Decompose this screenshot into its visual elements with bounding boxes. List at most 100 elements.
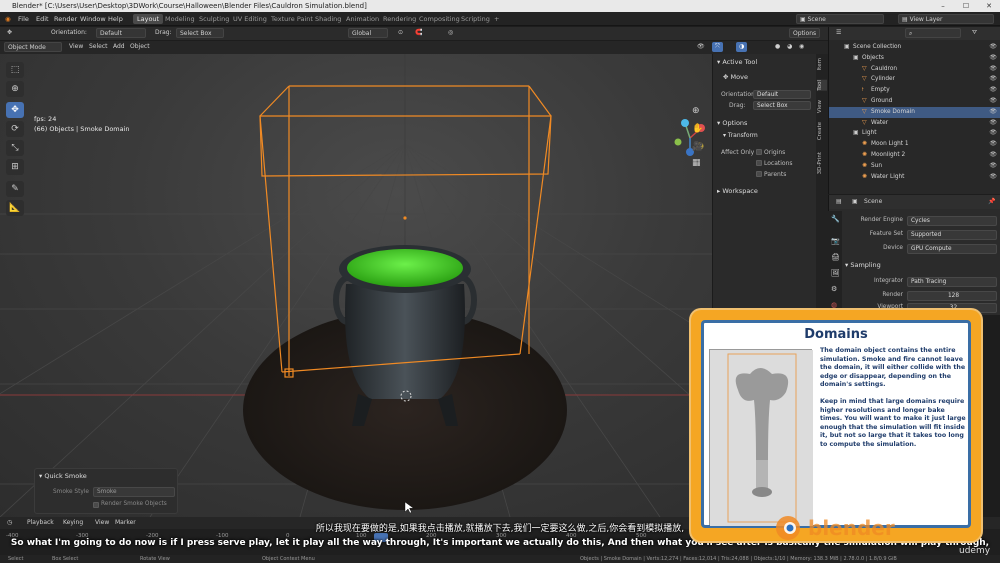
outliner-row[interactable]: ⟊ Empty 👁: [829, 85, 1000, 96]
visibility-eye-icon[interactable]: 👁: [989, 118, 997, 129]
tab-sculpting[interactable]: Sculpting: [195, 14, 233, 24]
render-samples-field[interactable]: 128: [907, 291, 997, 301]
tab-modeling[interactable]: Modeling: [161, 14, 199, 24]
output-props-icon[interactable]: 🖨: [831, 253, 840, 261]
outliner-row[interactable]: ▽ Ground 👁: [829, 96, 1000, 107]
world-props-icon[interactable]: ◍: [831, 301, 837, 309]
tab-layout[interactable]: Layout: [133, 14, 164, 24]
render-props-icon[interactable]: 📷: [831, 237, 840, 245]
sampling-header[interactable]: ▾ Sampling: [845, 261, 881, 269]
tab-3d-print[interactable]: 3D-Print: [817, 152, 827, 174]
tab-uv-editing[interactable]: UV Editing: [229, 14, 271, 24]
outliner-row[interactable]: ✺ Sun 👁: [829, 161, 1000, 172]
mode-dropdown[interactable]: Object Mode: [4, 42, 62, 52]
pivot-icon[interactable]: ⊙: [395, 28, 406, 38]
menu-view[interactable]: View: [66, 42, 86, 52]
menu-edit[interactable]: Edit: [36, 15, 49, 23]
transform-orientation-dropdown[interactable]: Global: [348, 28, 388, 38]
properties-editor-icon[interactable]: ▤: [833, 197, 845, 207]
menu-object[interactable]: Object: [127, 42, 153, 52]
filter-icon[interactable]: ⛛: [969, 28, 980, 38]
scene-selector[interactable]: ▣ Scene: [796, 14, 884, 24]
outliner-row[interactable]: ▽ Cauldron 👁: [829, 64, 1000, 75]
visibility-eye-icon[interactable]: 👁: [989, 85, 997, 96]
visibility-eye-icon[interactable]: 👁: [989, 128, 997, 139]
outliner-row[interactable]: ✺ Moonlight 2 👁: [829, 150, 1000, 161]
device-dropdown[interactable]: GPU Compute: [907, 244, 997, 254]
visibility-eye-icon[interactable]: 👁: [989, 161, 997, 172]
close-icon[interactable]: ✕: [978, 0, 1000, 12]
outliner-search-input[interactable]: ⌕: [905, 28, 961, 38]
menu-help[interactable]: Help: [108, 15, 123, 23]
maximize-icon[interactable]: ☐: [955, 0, 977, 12]
annotate-tool-icon[interactable]: ✎: [6, 181, 24, 197]
integrator-dropdown[interactable]: Path Tracing: [907, 277, 997, 287]
orientation-field[interactable]: Default: [753, 90, 811, 99]
zoom-icon[interactable]: ⊕: [692, 106, 700, 116]
feature-set-dropdown[interactable]: Supported: [907, 230, 997, 240]
snap-icon[interactable]: 🧲: [412, 28, 425, 38]
camera-view-icon[interactable]: 🎥: [692, 142, 703, 152]
parents-checkbox[interactable]: [756, 171, 762, 177]
smoke-style-dropdown[interactable]: Smoke: [93, 487, 175, 497]
tab-shading[interactable]: Shading: [311, 14, 345, 24]
gizmo-toggle-icon[interactable]: ⤧: [712, 42, 723, 52]
minimize-icon[interactable]: –: [932, 0, 954, 12]
visibility-eye-icon[interactable]: 👁: [989, 96, 997, 107]
move-tool-icon[interactable]: ✥: [6, 102, 24, 118]
outliner-row[interactable]: ▽ Smoke Domain 👁: [829, 106, 1000, 118]
perspective-toggle-icon[interactable]: ▦: [692, 158, 701, 168]
visibility-eye-icon[interactable]: 👁: [989, 150, 997, 161]
tool-props-icon[interactable]: 🔧: [831, 215, 840, 223]
menu-window[interactable]: Window: [80, 15, 106, 23]
scale-tool-icon[interactable]: ⤡: [6, 140, 24, 156]
transform-header[interactable]: ▾ Transform: [723, 132, 758, 139]
overlay-toggle-icon[interactable]: ◑: [736, 42, 748, 52]
visibility-eye-icon[interactable]: 👁: [989, 139, 997, 150]
visibility-eye-icon[interactable]: 👁: [989, 74, 997, 85]
active-tool-header[interactable]: ▾ Active Tool: [717, 58, 757, 66]
view-layer-props-icon[interactable]: 🖼: [831, 269, 840, 277]
navigation-gizmo[interactable]: [670, 114, 710, 160]
add-workspace-icon[interactable]: +: [490, 14, 503, 24]
visibility-icon[interactable]: 👁: [694, 42, 708, 52]
outliner-row[interactable]: ✺ Moon Light 1 👁: [829, 139, 1000, 150]
render-engine-dropdown[interactable]: Cycles: [907, 216, 997, 226]
orientation-dropdown[interactable]: Default: [96, 28, 146, 38]
menu-file[interactable]: File: [18, 15, 29, 23]
shading-material-icon[interactable]: ◕: [784, 42, 795, 52]
tab-create[interactable]: Create: [817, 122, 827, 140]
proportional-icon[interactable]: ◎: [445, 28, 456, 38]
locations-checkbox[interactable]: [756, 160, 762, 166]
rotate-tool-icon[interactable]: ⟳: [6, 121, 24, 137]
outliner-editor-icon[interactable]: ☰: [833, 28, 844, 38]
measure-tool-icon[interactable]: 📐: [6, 200, 24, 216]
menu-render[interactable]: Render: [54, 15, 77, 23]
select-tool-icon[interactable]: ⬚: [6, 62, 24, 78]
tab-item[interactable]: Item: [817, 58, 827, 71]
visibility-eye-icon[interactable]: 👁: [989, 42, 997, 53]
outliner-row[interactable]: ✺ Water Light 👁: [829, 172, 1000, 183]
pin-icon[interactable]: 📌: [985, 197, 998, 207]
move-tool-entry[interactable]: ✥ Move: [723, 73, 748, 81]
options-dropdown[interactable]: Options: [789, 28, 821, 38]
outliner-row[interactable]: ▽ Water 👁: [829, 118, 1000, 129]
tool-icon[interactable]: ✥: [4, 28, 15, 38]
menu-add[interactable]: Add: [110, 42, 128, 52]
origins-checkbox[interactable]: [756, 149, 762, 155]
options-header[interactable]: ▾ Options: [717, 119, 747, 127]
visibility-eye-icon[interactable]: 👁: [989, 107, 997, 118]
pan-hand-icon[interactable]: ✋: [692, 124, 703, 134]
transform-tool-icon[interactable]: ⊞: [6, 159, 24, 175]
tab-view[interactable]: View: [817, 100, 827, 113]
outliner-row[interactable]: ▣ Scene Collection 👁: [829, 42, 1000, 53]
visibility-eye-icon[interactable]: 👁: [989, 53, 997, 64]
view-layer-selector[interactable]: ▤ View Layer: [898, 14, 994, 24]
render-smoke-objects-checkbox[interactable]: [93, 502, 99, 508]
tab-scripting[interactable]: Scripting: [457, 14, 494, 24]
tab-tool[interactable]: Tool: [817, 80, 827, 91]
shading-rendered-icon[interactable]: ◉: [796, 42, 807, 52]
quick-smoke-header[interactable]: ▾ Quick Smoke: [39, 472, 87, 480]
drag-dropdown[interactable]: Select Box: [176, 28, 224, 38]
drag-field[interactable]: Select Box: [753, 101, 811, 110]
